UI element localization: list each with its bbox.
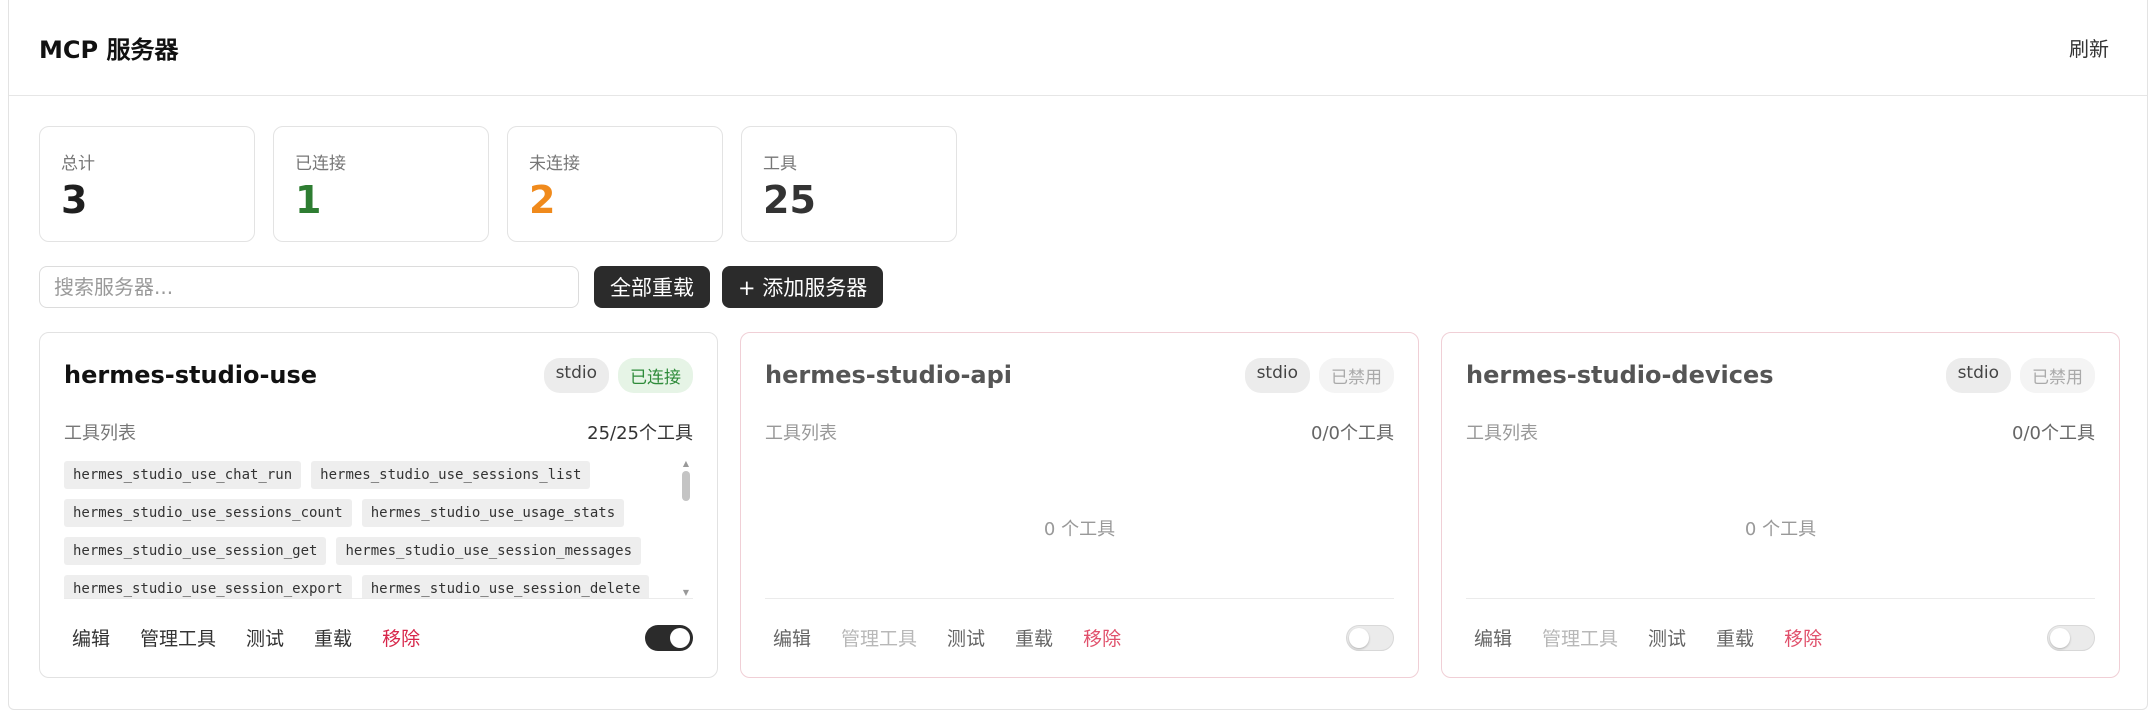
card-footer: 编辑 管理工具 测试 重载 移除 xyxy=(64,620,693,655)
stat-label: 未连接 xyxy=(529,154,580,174)
server-card: hermes-studio-api stdio 已禁用 工具列表 0/0个工具 … xyxy=(740,332,1419,678)
scroll-thumb[interactable] xyxy=(682,471,690,501)
tools-label: 工具列表 xyxy=(765,423,837,444)
test-button[interactable]: 测试 xyxy=(238,620,292,655)
tools-row: 工具列表 0/0个工具 xyxy=(1466,417,2095,447)
scroll-up-icon[interactable]: ▲ xyxy=(681,459,691,468)
tools-area: 0 个工具 xyxy=(1466,457,2095,599)
stat-card-total: 总计 3 xyxy=(39,126,255,242)
stat-value: 2 xyxy=(529,178,556,222)
stat-card-connected: 已连接 1 xyxy=(273,126,489,242)
enable-toggle[interactable] xyxy=(645,624,693,651)
tools-area: hermes_studio_use_chat_run hermes_studio… xyxy=(64,457,693,599)
badges: stdio 已连接 xyxy=(543,357,693,393)
page-header: MCP 服务器 刷新 xyxy=(9,0,2147,96)
remove-button[interactable]: 移除 xyxy=(374,620,428,655)
badges: stdio 已禁用 xyxy=(1945,357,2095,393)
server-name: hermes-studio-api xyxy=(765,361,1013,389)
reload-button[interactable]: 重载 xyxy=(1708,620,1762,655)
server-cards: hermes-studio-use stdio 已连接 工具列表 25/25个工… xyxy=(39,332,2120,678)
reload-button[interactable]: 重载 xyxy=(306,620,360,655)
tool-chip: hermes_studio_use_chat_run xyxy=(64,461,302,489)
stat-card-tools: 工具 25 xyxy=(741,126,957,242)
remove-button[interactable]: 移除 xyxy=(1776,620,1830,655)
stat-card-disconnected: 未连接 2 xyxy=(507,126,723,242)
tools-count: 0/0个工具 xyxy=(2012,423,2095,444)
manage-tools-button: 管理工具 xyxy=(841,628,918,650)
stat-label: 已连接 xyxy=(295,154,346,174)
tool-list-scrollbar[interactable]: ▲ ▼ xyxy=(681,457,691,598)
transport-badge: stdio xyxy=(543,357,609,393)
card-header: hermes-studio-use stdio 已连接 xyxy=(64,333,693,417)
toolbar: 全部重载 + 添加服务器 xyxy=(39,266,884,308)
status-badge: 已连接 xyxy=(618,357,693,393)
stat-label: 总计 xyxy=(61,154,95,174)
server-card: hermes-studio-use stdio 已连接 工具列表 25/25个工… xyxy=(39,332,718,678)
stat-value: 25 xyxy=(763,178,816,222)
empty-tools: 0 个工具 xyxy=(1043,518,1116,540)
card-header: hermes-studio-api stdio 已禁用 xyxy=(765,333,1394,417)
badges: stdio 已禁用 xyxy=(1244,357,1394,393)
refresh-button[interactable]: 刷新 xyxy=(2069,33,2109,62)
remove-button[interactable]: 移除 xyxy=(1075,620,1129,655)
toggle-knob xyxy=(1349,627,1369,648)
tool-chip: hermes_studio_use_session_delete xyxy=(361,575,650,598)
mcp-servers-panel: MCP 服务器 刷新 总计 3 已连接 1 未连接 2 工具 25 全部重载 +… xyxy=(8,0,2148,710)
status-badge: 已禁用 xyxy=(1319,357,1394,393)
card-actions: 编辑 管理工具 测试 重载 移除 xyxy=(64,620,428,655)
test-button[interactable]: 测试 xyxy=(1640,620,1694,655)
enable-toggle[interactable] xyxy=(1346,624,1394,651)
card-header: hermes-studio-devices stdio 已禁用 xyxy=(1466,333,2095,417)
reload-button[interactable]: 重载 xyxy=(1007,620,1061,655)
card-footer: 编辑 管理工具 测试 重载 移除 xyxy=(765,620,1394,655)
status-badge: 已禁用 xyxy=(2020,357,2095,393)
reload-all-button[interactable]: 全部重载 xyxy=(594,266,710,308)
test-button[interactable]: 测试 xyxy=(939,620,993,655)
edit-button[interactable]: 编辑 xyxy=(64,620,118,655)
edit-button[interactable]: 编辑 xyxy=(1466,620,1520,655)
page-title: MCP 服务器 xyxy=(39,36,179,64)
tool-chip: hermes_studio_use_session_get xyxy=(64,537,327,565)
transport-badge: stdio xyxy=(1244,357,1310,393)
tool-chip: hermes_studio_use_session_messages xyxy=(336,537,642,565)
stat-label: 工具 xyxy=(763,154,797,174)
tools-area: 0 个工具 xyxy=(765,457,1394,599)
server-name: hermes-studio-devices xyxy=(1466,361,1774,389)
scroll-down-icon[interactable]: ▼ xyxy=(681,588,691,597)
empty-tools: 0 个工具 xyxy=(1744,518,1817,540)
tool-chip: hermes_studio_use_usage_stats xyxy=(361,499,625,527)
search-input[interactable] xyxy=(39,266,579,308)
manage-tools-button[interactable]: 管理工具 xyxy=(132,620,224,655)
tools-label: 工具列表 xyxy=(64,423,136,444)
tool-chip: hermes_studio_use_session_export xyxy=(64,575,352,598)
card-actions: 编辑 管理工具 测试 重载 移除 xyxy=(1466,620,1830,655)
toggle-knob xyxy=(2050,627,2070,648)
tools-label: 工具列表 xyxy=(1466,423,1538,444)
toggle-knob xyxy=(670,627,690,648)
server-card: hermes-studio-devices stdio 已禁用 工具列表 0/0… xyxy=(1441,332,2120,678)
tools-row: 工具列表 25/25个工具 xyxy=(64,417,693,447)
manage-tools-button: 管理工具 xyxy=(1542,628,1619,650)
add-server-button[interactable]: + 添加服务器 xyxy=(722,266,884,308)
edit-button[interactable]: 编辑 xyxy=(765,620,819,655)
stat-value: 3 xyxy=(61,178,88,222)
tools-count: 25/25个工具 xyxy=(587,423,693,444)
tools-row: 工具列表 0/0个工具 xyxy=(765,417,1394,447)
stat-value: 1 xyxy=(295,178,322,222)
transport-badge: stdio xyxy=(1945,357,2011,393)
stats-row: 总计 3 已连接 1 未连接 2 工具 25 xyxy=(39,126,957,242)
enable-toggle[interactable] xyxy=(2047,624,2095,651)
card-footer: 编辑 管理工具 测试 重载 移除 xyxy=(1466,620,2095,655)
tool-chip: hermes_studio_use_sessions_list xyxy=(311,461,591,489)
tool-chip: hermes_studio_use_sessions_count xyxy=(64,499,352,527)
tools-count: 0/0个工具 xyxy=(1311,423,1394,444)
card-actions: 编辑 管理工具 测试 重载 移除 xyxy=(765,620,1129,655)
tool-list: hermes_studio_use_chat_run hermes_studio… xyxy=(64,457,664,598)
server-name: hermes-studio-use xyxy=(64,361,318,389)
